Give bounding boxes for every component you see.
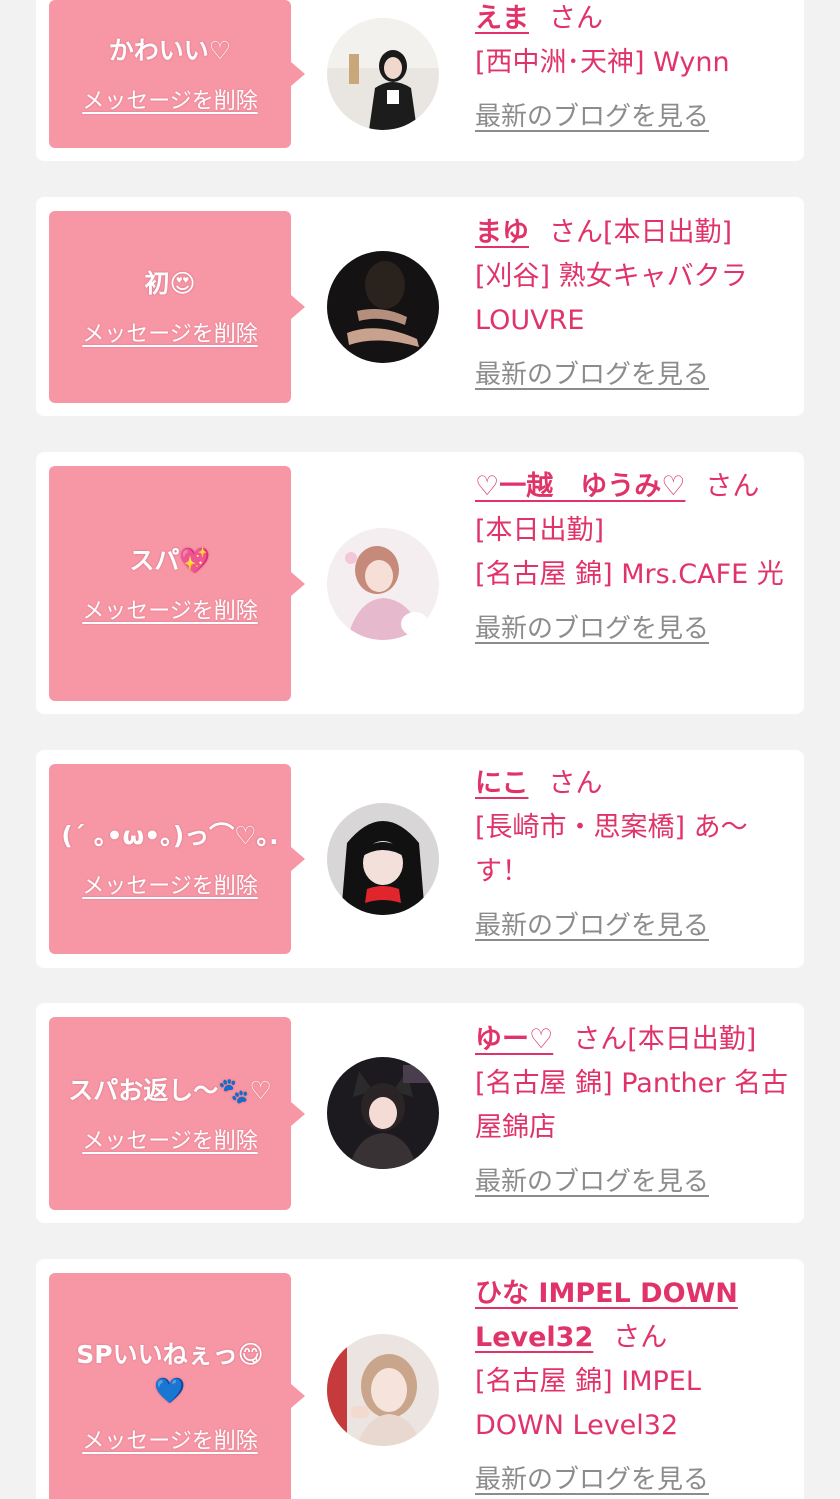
user-photo-icon (327, 1057, 439, 1169)
message-bubble: (´ ｡•ω•｡)っ⌒♡｡. メッセージを削除 (49, 764, 305, 954)
message-card: スパお返し〜🐾♡ メッセージを削除 ゆー♡ さん[本日出勤] [名古屋 錦] Pa… (36, 1003, 804, 1223)
user-line: ゆー♡ さん[本日出勤] (475, 1018, 790, 1062)
avatar[interactable] (327, 1057, 439, 1169)
shop-name: [刈谷] 熟女キャバクラ LOUVRE (475, 261, 748, 336)
honorific: さん (613, 1322, 668, 1353)
message-bubble: スパ💖 メッセージを削除 (49, 466, 305, 701)
delete-message-link[interactable]: メッセージを削除 (82, 1123, 258, 1155)
message-card: スパ💖 メッセージを削除 ♡一越 ゆうみ♡ さん [本日出勤] [名古屋 錦] M… (36, 452, 804, 714)
user-photo-icon (327, 1334, 439, 1446)
user-line: まゆ さん[本日出勤] (475, 211, 790, 255)
user-name-link[interactable]: えま (475, 3, 529, 34)
latest-blog-link[interactable]: 最新のブログを見る (475, 607, 709, 651)
message-bubble: スパお返し〜🐾♡ メッセージを削除 (49, 1017, 305, 1210)
shop-name: [名古屋 錦] Mrs.CAFE 光 (475, 559, 784, 590)
avatar[interactable] (327, 528, 439, 640)
user-name-link[interactable]: まゆ (475, 217, 529, 248)
shop-name: [名古屋 錦] IMPEL DOWN Level32 (475, 1366, 701, 1441)
user-photo-icon (327, 528, 439, 640)
user-name-link[interactable]: ゆー♡ (475, 1024, 553, 1055)
latest-blog-link[interactable]: 最新のブログを見る (475, 95, 709, 139)
message-card: かわいい♡ メッセージを削除 えま さん [西中洲･天神] Wynn 最新のブログ… (36, 0, 804, 161)
latest-blog-link[interactable]: 最新のブログを見る (475, 353, 709, 397)
message-text: かわいい♡ (108, 36, 232, 65)
delete-message-link[interactable]: メッセージを削除 (82, 1423, 258, 1455)
user-line: にこ さん (475, 762, 790, 806)
user-photo-icon (327, 18, 439, 130)
user-line: ♡一越 ゆうみ♡ さん (475, 465, 790, 509)
attendance-status: [本日出勤] (475, 515, 605, 546)
latest-blog-link[interactable]: 最新のブログを見る (475, 1458, 709, 1499)
avatar[interactable] (327, 18, 439, 130)
honorific: さん (549, 217, 603, 248)
user-line: えま さん (475, 0, 790, 41)
honorific: さん (548, 768, 603, 799)
honorific: さん (573, 1024, 628, 1055)
user-info: まゆ さん[本日出勤] [刈谷] 熟女キャバクラ LOUVRE 最新のブログを見る (475, 211, 790, 397)
avatar[interactable] (327, 1334, 439, 1446)
message-bubble: かわいい♡ メッセージを削除 (49, 0, 305, 148)
attendance-status: [本日出勤] (627, 1024, 757, 1055)
avatar[interactable] (327, 803, 439, 915)
message-list: かわいい♡ メッセージを削除 えま さん [西中洲･天神] Wynn 最新のブログ… (0, 0, 840, 1499)
attendance-status: [本日出勤] (603, 217, 733, 248)
message-text: スパ💖 (129, 545, 211, 575)
user-info: ♡一越 ゆうみ♡ さん [本日出勤] [名古屋 錦] Mrs.CAFE 光 最新の… (475, 465, 790, 651)
honorific: さん (549, 3, 603, 34)
message-text: SPいいねぇっ😋💙 (76, 1340, 264, 1405)
message-card: (´ ｡•ω•｡)っ⌒♡｡. メッセージを削除 にこ さん [長崎市・思案橋] あ… (36, 750, 804, 968)
user-name-link[interactable]: ♡一越 ゆうみ♡ (475, 471, 685, 502)
honorific: さん (705, 471, 760, 502)
latest-blog-link[interactable]: 最新のブログを見る (475, 904, 709, 948)
user-line: ひな IMPEL DOWN Level32 さん (475, 1272, 790, 1360)
latest-blog-link[interactable]: 最新のブログを見る (475, 1160, 709, 1204)
shop-name: [長崎市・思案橋] あ〜す！ (475, 812, 748, 887)
message-card: 初😍 メッセージを削除 まゆ さん[本日出勤] [刈谷] 熟女キャバクラ LOUV… (36, 197, 804, 416)
user-info: ゆー♡ さん[本日出勤] [名古屋 錦] Panther 名古屋錦店 最新のブログ… (475, 1018, 790, 1204)
message-text: スパお返し〜🐾♡ (68, 1075, 272, 1105)
delete-message-link[interactable]: メッセージを削除 (82, 83, 258, 115)
user-info: ひな IMPEL DOWN Level32 さん [名古屋 錦] IMPEL DO… (475, 1272, 790, 1499)
message-card: SPいいねぇっ😋💙 メッセージを削除 ひな IMPEL DOWN Level32… (36, 1259, 804, 1499)
avatar[interactable] (327, 251, 439, 363)
delete-message-link[interactable]: メッセージを削除 (82, 593, 258, 625)
user-name-link[interactable]: ひな IMPEL DOWN Level32 (475, 1278, 738, 1353)
shop-name: [西中洲･天神] Wynn (475, 47, 730, 78)
message-text: 初😍 (144, 269, 196, 298)
message-bubble: 初😍 メッセージを削除 (49, 211, 305, 403)
delete-message-link[interactable]: メッセージを削除 (82, 868, 258, 900)
user-info: えま さん [西中洲･天神] Wynn 最新のブログを見る (475, 0, 790, 139)
user-photo-icon (327, 803, 439, 915)
delete-message-link[interactable]: メッセージを削除 (82, 316, 258, 348)
shop-name: [名古屋 錦] Panther 名古屋錦店 (475, 1068, 788, 1143)
user-info: にこ さん [長崎市・思案橋] あ〜す！ 最新のブログを見る (475, 762, 790, 948)
message-text: (´ ｡•ω•｡)っ⌒♡｡. (61, 821, 279, 850)
user-photo-icon (327, 251, 439, 363)
user-name-link[interactable]: にこ (475, 768, 528, 799)
message-bubble: SPいいねぇっ😋💙 メッセージを削除 (49, 1273, 305, 1499)
